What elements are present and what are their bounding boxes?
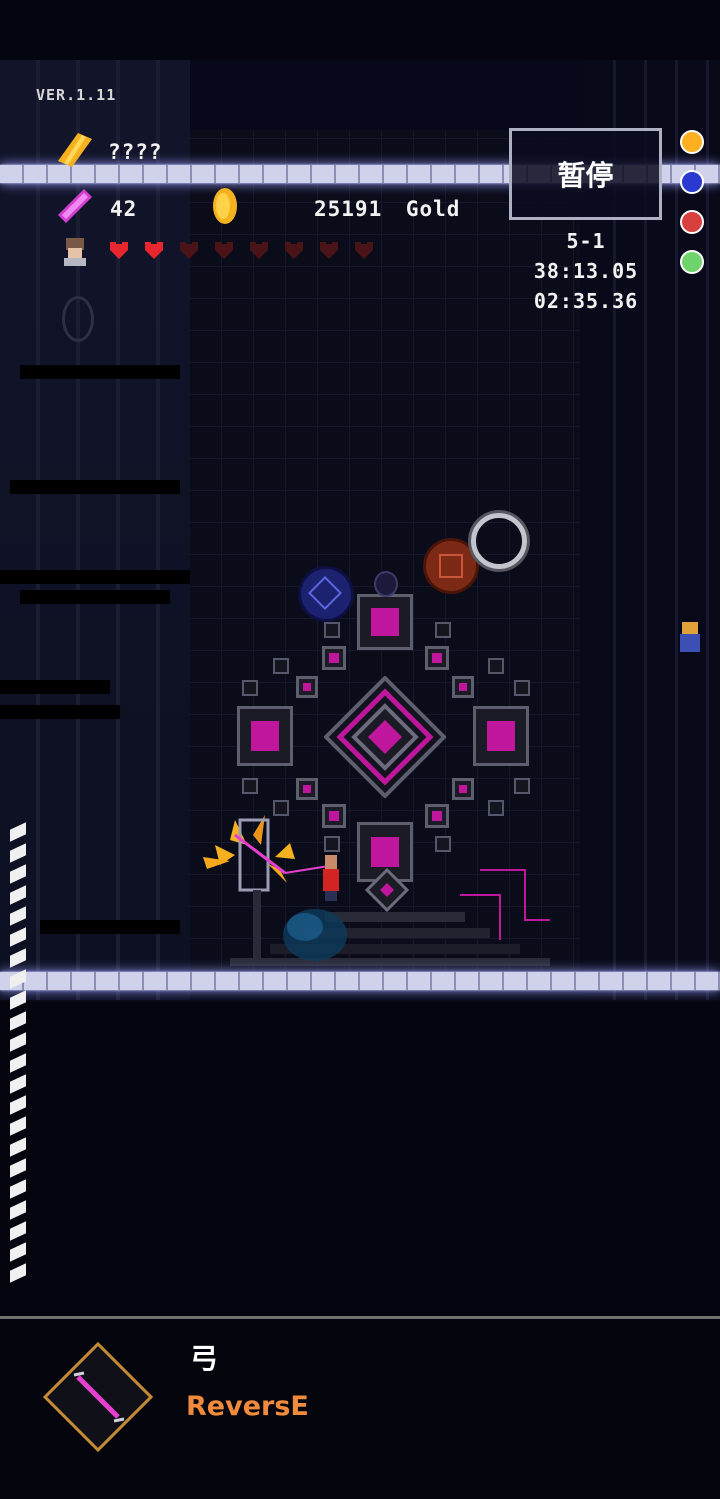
dash-segment <box>10 969 26 989</box>
dash-gauge <box>0 822 40 1286</box>
player-portrait-icon <box>60 236 90 266</box>
player-character <box>323 855 339 901</box>
stage-time: 02:35.36 <box>533 289 639 313</box>
dash-segment <box>10 1116 26 1136</box>
heart-empty-icon <box>215 242 233 259</box>
dash-segment <box>10 1221 26 1241</box>
heart-full-icon <box>145 242 163 259</box>
dash-segment <box>10 1095 26 1115</box>
heart-empty-icon <box>320 242 338 259</box>
dash-segment <box>10 990 26 1010</box>
green-orb-icon <box>680 250 704 274</box>
orange-orb-icon <box>680 130 704 154</box>
bomb-sprite <box>374 571 398 597</box>
total-time: 38:13.05 <box>533 259 639 283</box>
gold-amount: 25191 <box>314 197 383 221</box>
dash-segment <box>10 1074 26 1094</box>
heart-empty-icon <box>180 242 198 259</box>
dash-segment <box>10 1011 26 1031</box>
dash-segment <box>10 822 26 842</box>
dash-segment <box>10 1032 26 1052</box>
gold-unit: Gold <box>405 197 461 221</box>
gold-coin-icon <box>213 188 237 224</box>
pause-button[interactable]: 暂停 <box>509 128 662 220</box>
dash-segment <box>10 948 26 968</box>
white-ring-orb <box>471 513 527 569</box>
weapon-type-label: 弓 <box>190 1342 219 1375</box>
bow-weapon-icon <box>73 1371 125 1423</box>
heart-empty-icon <box>355 242 373 259</box>
dash-segment <box>10 1242 26 1262</box>
heart-empty-icon <box>285 242 303 259</box>
gold-display: 25191 Gold <box>314 197 460 221</box>
dash-segment <box>10 1263 26 1283</box>
dash-segment <box>10 885 26 905</box>
ammo-count: 42 <box>110 197 138 221</box>
bow-icon <box>58 133 92 167</box>
dash-segment <box>10 1179 26 1199</box>
dash-segment <box>10 864 26 884</box>
weapon-slot[interactable] <box>42 1341 154 1453</box>
dash-segment <box>10 843 26 863</box>
character-name: ???? <box>108 140 163 164</box>
heart-full-icon <box>110 242 128 259</box>
dash-segment <box>10 1053 26 1073</box>
dash-segment <box>10 1158 26 1178</box>
hit-spark-effect <box>203 815 295 883</box>
dash-segment <box>10 927 26 947</box>
weapon-name: ReversE <box>186 1391 309 1422</box>
companion-sprite <box>678 622 702 656</box>
version-label: VER.1.11 <box>36 86 117 104</box>
red-orb-icon <box>680 210 704 234</box>
floor-rail <box>0 972 720 990</box>
shadow-beast <box>283 909 347 961</box>
side-orb-column <box>680 130 706 274</box>
arrow-ammo-icon <box>58 189 92 223</box>
health-hearts <box>108 240 388 264</box>
blue-seal-orb <box>298 566 354 622</box>
heart-empty-icon <box>250 242 268 259</box>
stage-label: 5-1 <box>566 229 606 253</box>
blue-orb-icon <box>680 170 704 194</box>
dash-segment <box>10 1137 26 1157</box>
player-combat-scene <box>203 815 347 965</box>
weapon-panel: 弓 ReversE <box>0 1316 720 1499</box>
boss-core-diamond <box>324 676 446 798</box>
dash-segment <box>10 1200 26 1220</box>
dash-segment <box>10 906 26 926</box>
